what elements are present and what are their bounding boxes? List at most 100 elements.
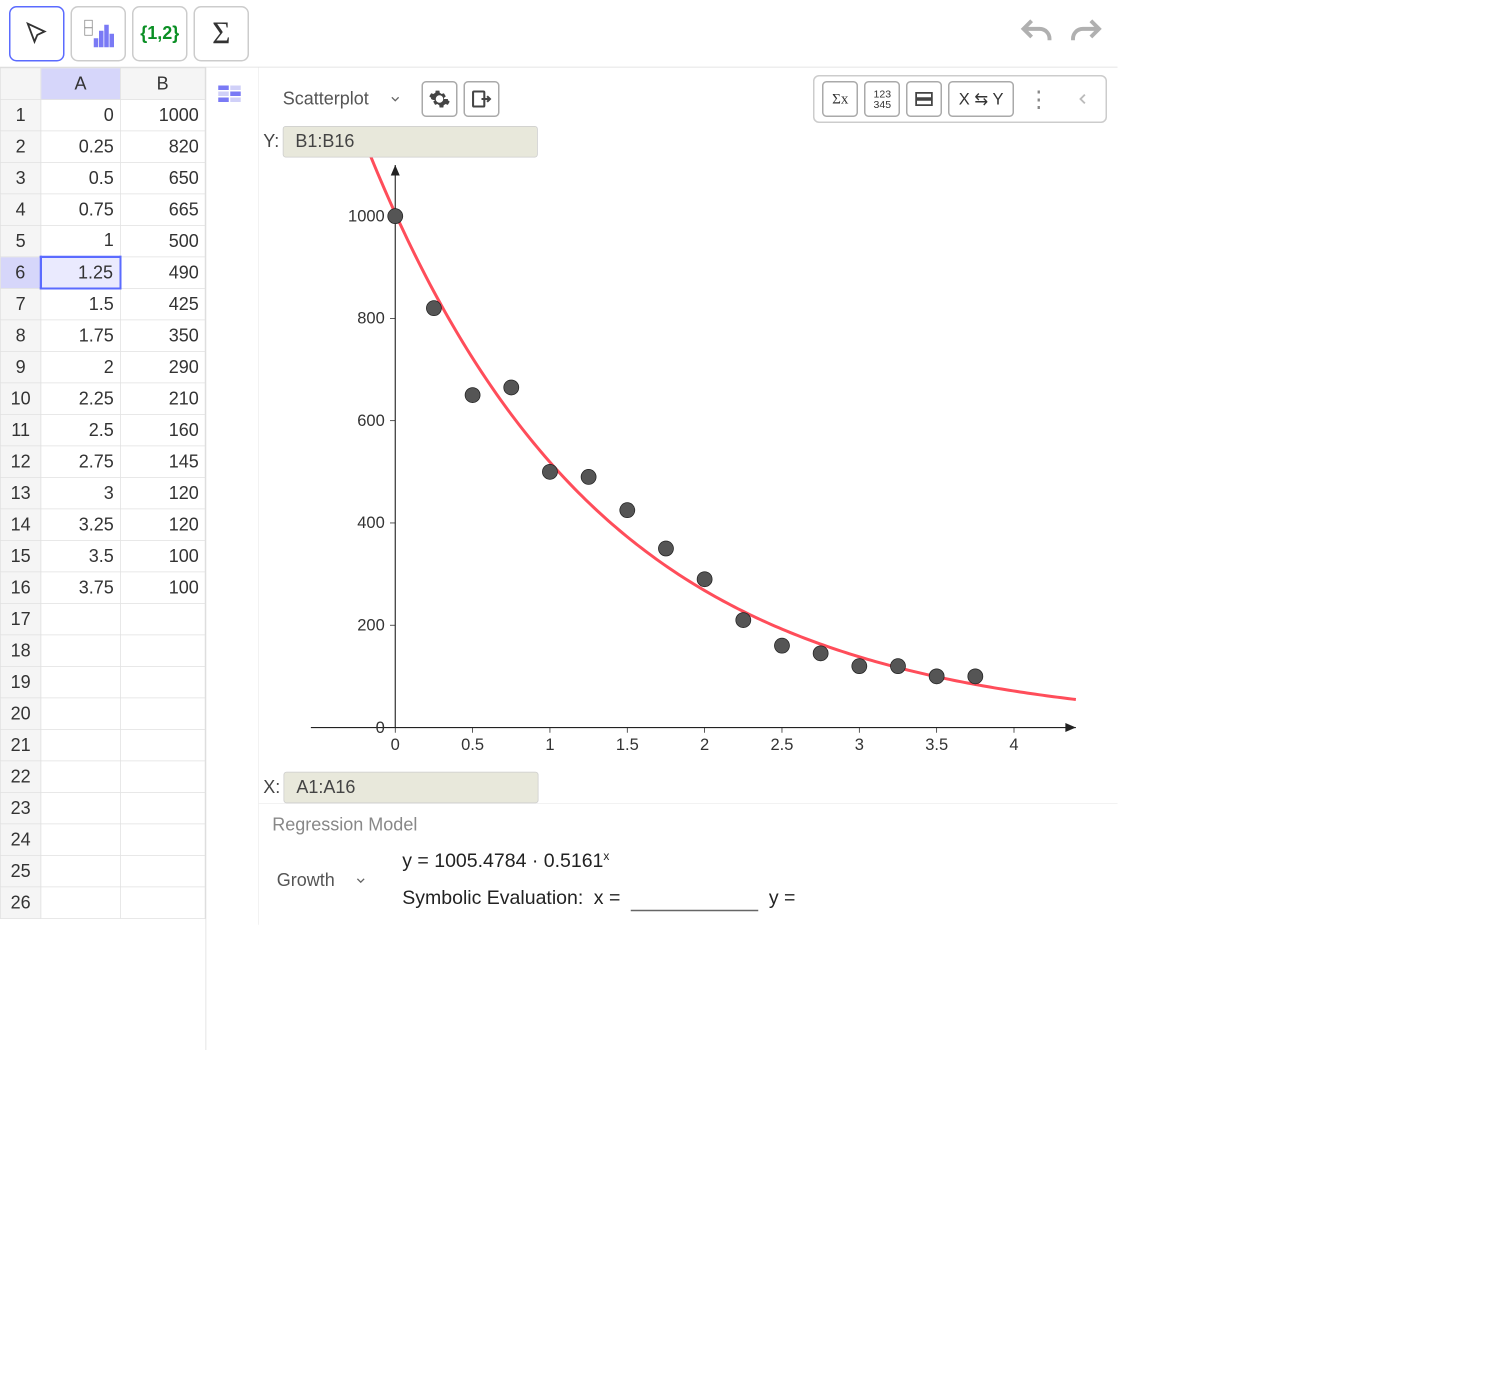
cell[interactable] <box>41 603 120 635</box>
redo-button[interactable] <box>1064 11 1109 56</box>
row-header[interactable]: 13 <box>0 477 41 509</box>
row-header[interactable]: 16 <box>0 572 41 604</box>
row-header[interactable]: 2 <box>0 131 41 163</box>
row-header[interactable]: 8 <box>0 320 41 352</box>
row-header[interactable]: 22 <box>0 761 41 793</box>
cell[interactable]: 0.5 <box>41 162 120 194</box>
cell[interactable]: 650 <box>120 162 205 194</box>
row-header[interactable]: 21 <box>0 729 41 761</box>
row-header[interactable]: 6 <box>0 257 41 289</box>
col-header-B[interactable]: B <box>120 68 205 100</box>
cell[interactable]: 2.75 <box>41 446 120 478</box>
cell[interactable]: 120 <box>120 509 205 541</box>
cell[interactable] <box>120 792 205 824</box>
export-button[interactable] <box>463 81 499 117</box>
regression-model-dropdown[interactable]: Growth <box>272 864 381 897</box>
cell[interactable]: 500 <box>120 225 205 257</box>
list-tool-button[interactable]: {1,2} <box>132 6 188 62</box>
row-header[interactable]: 4 <box>0 194 41 226</box>
row-header[interactable]: 17 <box>0 603 41 635</box>
row-header[interactable]: 24 <box>0 824 41 856</box>
cell[interactable]: 120 <box>120 477 205 509</box>
cell[interactable] <box>41 666 120 698</box>
row-header[interactable]: 3 <box>0 162 41 194</box>
row-header[interactable]: 25 <box>0 855 41 887</box>
undo-button[interactable] <box>1014 11 1059 56</box>
sigma-tool-button[interactable]: Σ <box>194 6 250 62</box>
row-header[interactable]: 23 <box>0 792 41 824</box>
cell[interactable] <box>41 761 120 793</box>
cell[interactable]: 3 <box>41 477 120 509</box>
eval-x-input[interactable] <box>631 887 759 911</box>
cell[interactable]: 820 <box>120 131 205 163</box>
layout-button[interactable] <box>906 81 942 117</box>
cell[interactable]: 2.5 <box>41 414 120 446</box>
cell[interactable] <box>41 698 120 730</box>
cell[interactable]: 3.75 <box>41 572 120 604</box>
sum-stats-button[interactable]: Σx <box>822 81 858 117</box>
row-header[interactable]: 19 <box>0 666 41 698</box>
cell[interactable]: 1000 <box>120 99 205 131</box>
cell[interactable]: 160 <box>120 414 205 446</box>
row-header[interactable]: 18 <box>0 635 41 667</box>
show-data-button[interactable]: 123345 <box>864 81 900 117</box>
cell[interactable] <box>120 824 205 856</box>
row-header[interactable]: 15 <box>0 540 41 572</box>
cell[interactable]: 145 <box>120 446 205 478</box>
cell[interactable]: 3.25 <box>41 509 120 541</box>
cell[interactable]: 425 <box>120 288 205 320</box>
row-header[interactable]: 10 <box>0 383 41 415</box>
chart-area[interactable]: 00.511.522.533.5402004006008001000 <box>259 158 1118 777</box>
data-view-button[interactable] <box>211 75 253 117</box>
row-header[interactable]: 9 <box>0 351 41 383</box>
cell[interactable] <box>120 635 205 667</box>
cell[interactable]: 2 <box>41 351 120 383</box>
cell[interactable] <box>120 666 205 698</box>
cell[interactable]: 3.5 <box>41 540 120 572</box>
cell[interactable] <box>41 635 120 667</box>
cell[interactable]: 0.75 <box>41 194 120 226</box>
chart-settings-button[interactable] <box>421 81 457 117</box>
more-menu-button[interactable]: ⋮ <box>1020 86 1058 112</box>
collapse-panel-button[interactable] <box>1068 84 1098 114</box>
row-header[interactable]: 12 <box>0 446 41 478</box>
row-header[interactable]: 11 <box>0 414 41 446</box>
cell[interactable]: 1.25 <box>41 257 120 289</box>
cell[interactable] <box>120 887 205 919</box>
cell[interactable]: 1.75 <box>41 320 120 352</box>
cell[interactable]: 490 <box>120 257 205 289</box>
row-header[interactable]: 7 <box>0 288 41 320</box>
row-header[interactable]: 5 <box>0 225 41 257</box>
cell[interactable] <box>41 855 120 887</box>
cell[interactable]: 1.5 <box>41 288 120 320</box>
cell[interactable] <box>120 855 205 887</box>
cell[interactable] <box>41 887 120 919</box>
row-header[interactable]: 14 <box>0 509 41 541</box>
cell[interactable]: 0 <box>41 99 120 131</box>
row-header[interactable]: 26 <box>0 887 41 919</box>
col-header-A[interactable]: A <box>41 68 120 100</box>
one-var-analysis-button[interactable] <box>71 6 127 62</box>
cell[interactable] <box>120 729 205 761</box>
chart-type-dropdown[interactable]: Scatterplot <box>269 83 415 116</box>
pointer-tool-button[interactable] <box>9 6 65 62</box>
cell[interactable] <box>41 729 120 761</box>
cell[interactable]: 2.25 <box>41 383 120 415</box>
cell[interactable]: 100 <box>120 540 205 572</box>
y-range-chip[interactable]: B1:B16 <box>283 126 538 158</box>
cell[interactable]: 100 <box>120 572 205 604</box>
cell[interactable]: 1 <box>41 225 120 257</box>
row-header[interactable]: 1 <box>0 99 41 131</box>
x-range-chip[interactable]: A1:A16 <box>284 772 539 804</box>
spreadsheet[interactable]: AB10100020.2582030.565040.756655150061.2… <box>0 68 206 1051</box>
cell[interactable]: 350 <box>120 320 205 352</box>
row-header[interactable]: 20 <box>0 698 41 730</box>
cell[interactable]: 290 <box>120 351 205 383</box>
cell[interactable] <box>120 603 205 635</box>
cell[interactable]: 665 <box>120 194 205 226</box>
cell[interactable] <box>41 792 120 824</box>
cell[interactable]: 210 <box>120 383 205 415</box>
cell[interactable]: 0.25 <box>41 131 120 163</box>
cell[interactable] <box>120 761 205 793</box>
cell[interactable] <box>41 824 120 856</box>
